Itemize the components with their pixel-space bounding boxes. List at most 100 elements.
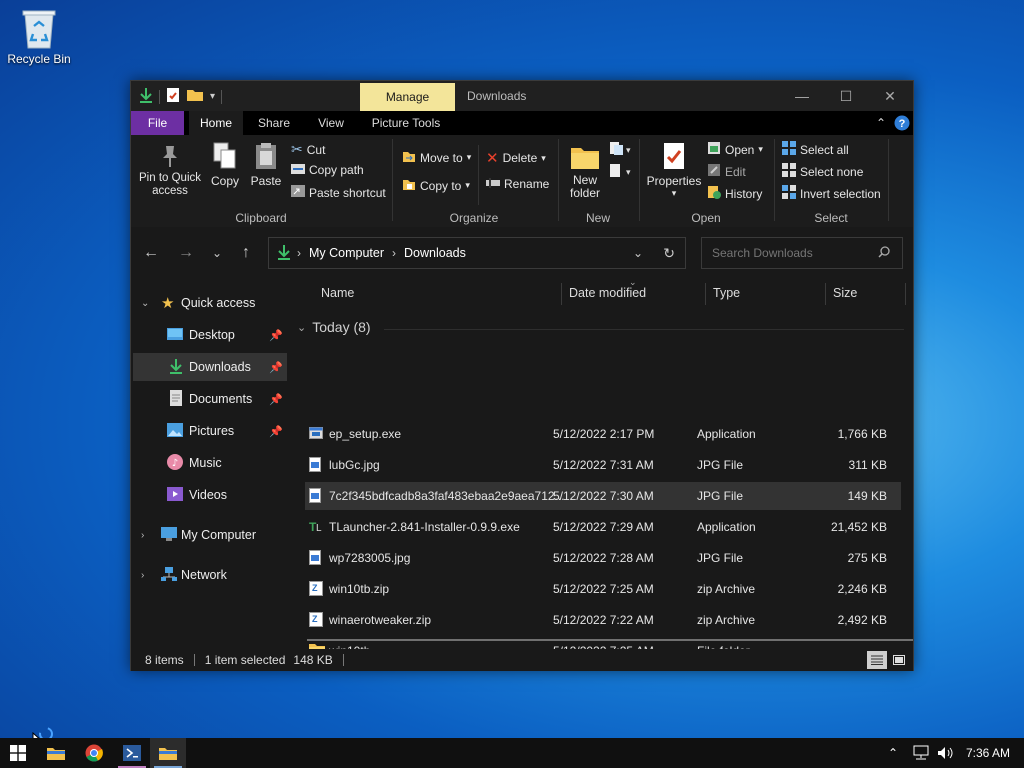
- sidebar-item-videos[interactable]: Videos: [133, 481, 287, 509]
- address-dropdown-icon[interactable]: ⌄: [633, 246, 643, 260]
- show-hidden-icons-button[interactable]: ⌃: [888, 738, 898, 768]
- expand-chevron-icon[interactable]: ⌄: [141, 298, 149, 309]
- tab-share[interactable]: Share: [249, 111, 299, 135]
- start-button[interactable]: [0, 738, 36, 768]
- minimize-button[interactable]: —: [779, 81, 825, 111]
- back-button[interactable]: ←: [137, 237, 165, 269]
- new-item-button[interactable]: ▾: [608, 141, 632, 160]
- pin-icon[interactable]: 📌: [269, 329, 283, 342]
- copy-path-button[interactable]: Copy path: [291, 163, 364, 177]
- copy-button[interactable]: Copy: [207, 141, 243, 188]
- refresh-icon[interactable]: ↻: [663, 245, 675, 262]
- svg-text:L: L: [316, 523, 322, 533]
- forward-button[interactable]: →: [172, 237, 200, 269]
- select-all-button[interactable]: Select all: [782, 141, 849, 158]
- pin-to-quick-access-button[interactable]: Pin to Quick access: [139, 143, 201, 198]
- qat-customize-icon[interactable]: ▾: [210, 91, 215, 102]
- sidebar-item-pictures[interactable]: Pictures 📌: [133, 417, 287, 445]
- videos-icon: [167, 486, 183, 504]
- edit-button[interactable]: Edit: [707, 163, 746, 180]
- file-row[interactable]: Zwin10tb.zip 5/12/2022 7:25 AM zip Archive…: [305, 575, 901, 603]
- move-to-button[interactable]: Move to ▾: [402, 149, 471, 166]
- copy-to-button[interactable]: Copy to ▾: [402, 177, 470, 194]
- sidebar-quick-access[interactable]: ⌄ ★ Quick access: [133, 289, 287, 317]
- open-icon: [707, 141, 721, 158]
- rename-button[interactable]: Rename: [486, 177, 549, 191]
- details-view-button[interactable]: [867, 651, 887, 669]
- properties-qat-icon[interactable]: [166, 87, 180, 106]
- search-input[interactable]: [710, 245, 874, 261]
- pin-icon[interactable]: 📌: [269, 361, 283, 374]
- maximize-button[interactable]: ☐: [823, 81, 869, 111]
- column-header-type[interactable]: Type: [713, 277, 740, 309]
- sidebar-item-documents[interactable]: Documents 📌: [133, 385, 287, 413]
- open-button[interactable]: Open ▾: [707, 141, 763, 158]
- sidebar-item-desktop[interactable]: Desktop 📌: [133, 321, 287, 349]
- title-bar[interactable]: ▾ Manage Downloads — ☐ ✕: [131, 81, 913, 111]
- file-row[interactable]: T L TLauncher-2.841-Installer-0.9.9.exe 5/1…: [305, 513, 901, 541]
- network-tray-icon[interactable]: [912, 738, 930, 768]
- expand-chevron-icon[interactable]: ›: [141, 530, 144, 541]
- history-button[interactable]: History: [707, 185, 762, 202]
- select-group-label: Select: [814, 211, 848, 225]
- search-box[interactable]: [701, 237, 903, 269]
- new-folder-button[interactable]: New folder: [565, 143, 605, 200]
- column-divider[interactable]: [825, 283, 826, 305]
- up-button[interactable]: ↑: [232, 237, 260, 269]
- edit-label: Edit: [725, 164, 746, 179]
- file-row[interactable]: Zwinaerotweaker.zip 5/12/2022 7:22 AM zip …: [305, 606, 901, 634]
- large-icons-view-button[interactable]: [889, 651, 909, 669]
- help-button[interactable]: ?: [893, 111, 911, 135]
- volume-tray-icon[interactable]: [936, 738, 954, 768]
- column-divider[interactable]: [561, 283, 562, 305]
- file-row[interactable]: 7c2f345bdfcadb8a3faf483ebaa2e9aea712... 5…: [305, 482, 901, 510]
- file-row[interactable]: ep_setup.exe 5/12/2022 2:17 PM Application…: [305, 420, 901, 448]
- tab-home[interactable]: Home: [189, 111, 243, 135]
- breadcrumb-my-computer[interactable]: My Computer: [309, 246, 384, 260]
- tab-file[interactable]: File: [131, 111, 184, 135]
- taskbar-file-explorer-pinned[interactable]: [38, 738, 74, 768]
- clock[interactable]: 7:36 AM: [966, 738, 1010, 768]
- properties-button[interactable]: Properties ▾: [646, 141, 702, 199]
- sidebar-item-downloads[interactable]: Downloads 📌: [133, 353, 287, 381]
- column-header-size[interactable]: Size: [833, 277, 857, 309]
- breadcrumb-downloads[interactable]: Downloads: [404, 246, 466, 260]
- taskbar-chrome[interactable]: [76, 738, 112, 768]
- cut-button[interactable]: ✂ Cut: [291, 141, 325, 158]
- manage-context-tab[interactable]: Manage: [360, 83, 455, 111]
- file-row[interactable]: wp7283005.jpg 5/12/2022 7:28 AM JPG File 27…: [305, 544, 901, 572]
- file-row[interactable]: lubGc.jpg 5/12/2022 7:31 AM JPG File 311 KB: [305, 451, 901, 479]
- tab-picture-tools[interactable]: Picture Tools: [365, 111, 447, 135]
- file-size: 2,492 KB: [837, 613, 887, 627]
- expand-chevron-icon[interactable]: ›: [141, 570, 144, 581]
- column-header-name[interactable]: Name: [321, 277, 354, 309]
- sidebar-network[interactable]: › Network: [133, 561, 287, 589]
- collapse-ribbon-icon[interactable]: ⌃: [871, 111, 891, 135]
- column-divider[interactable]: [905, 283, 906, 305]
- invert-selection-button[interactable]: Invert selection: [782, 185, 881, 202]
- show-desktop-button[interactable]: [1018, 738, 1024, 768]
- taskbar-file-explorer-active[interactable]: [150, 738, 186, 768]
- tab-view[interactable]: View: [306, 111, 356, 135]
- column-divider[interactable]: [705, 283, 706, 305]
- search-icon[interactable]: [878, 245, 890, 261]
- dropdown-arrow-icon: ▾: [465, 180, 470, 190]
- recycle-bin-desktop-icon[interactable]: Recycle Bin: [6, 8, 72, 66]
- sidebar-my-computer[interactable]: › My Computer: [133, 521, 287, 549]
- svg-text:Z: Z: [312, 614, 318, 624]
- sidebar-item-music[interactable]: ♪ Music: [133, 449, 287, 477]
- address-bar[interactable]: › My Computer › Downloads ⌄ ↻: [268, 237, 686, 269]
- group-header-today[interactable]: ⌄ Today (8): [297, 319, 371, 335]
- taskbar-powershell[interactable]: [114, 738, 150, 768]
- pin-icon[interactable]: 📌: [269, 425, 283, 438]
- close-button[interactable]: ✕: [867, 81, 913, 111]
- new-folder-qat-icon[interactable]: [186, 88, 204, 105]
- paste-button[interactable]: Paste: [249, 141, 283, 188]
- horizontal-scrollbar[interactable]: [307, 639, 913, 641]
- recent-locations-button[interactable]: ⌄: [203, 237, 231, 269]
- select-none-button[interactable]: Select none: [782, 163, 863, 180]
- paste-shortcut-button[interactable]: Paste shortcut: [291, 185, 386, 200]
- delete-button[interactable]: ✕ Delete ▾: [486, 149, 546, 167]
- pin-icon[interactable]: 📌: [269, 393, 283, 406]
- easy-access-button[interactable]: ▾: [608, 163, 632, 182]
